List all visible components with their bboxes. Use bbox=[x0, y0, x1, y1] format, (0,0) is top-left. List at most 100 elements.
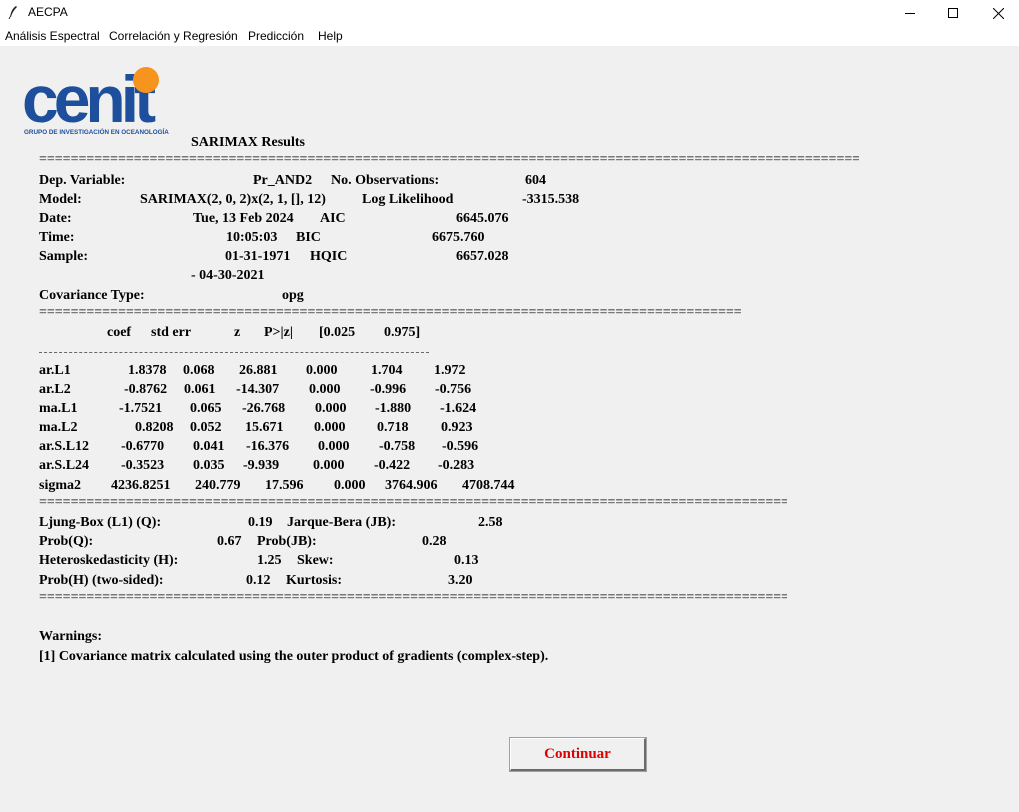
ci-low: -0.758 bbox=[379, 439, 416, 454]
sample-label: Sample: bbox=[39, 249, 88, 264]
title-bar: AECPA bbox=[0, 0, 1019, 26]
stderr-value: 0.035 bbox=[193, 458, 225, 473]
probjb-value: 0.28 bbox=[422, 534, 447, 549]
kurt-value: 3.20 bbox=[448, 573, 473, 588]
time-label: Time: bbox=[39, 230, 75, 245]
probh-value: 0.12 bbox=[246, 573, 271, 588]
nobs-value: 604 bbox=[525, 173, 546, 188]
coef-value: -0.3523 bbox=[121, 458, 165, 473]
het-label: Heteroskedasticity (H): bbox=[39, 553, 179, 568]
ci-low: -0.422 bbox=[374, 458, 411, 473]
menu-help[interactable]: Help bbox=[318, 29, 343, 43]
ci-high: 0.923 bbox=[441, 420, 473, 435]
param-name: ma.L2 bbox=[39, 420, 78, 435]
z-value: 17.596 bbox=[265, 478, 304, 493]
coef-value: 0.8208 bbox=[135, 420, 174, 435]
ci-high: -0.596 bbox=[442, 439, 479, 454]
loglik-label: Log Likelihood bbox=[362, 192, 454, 207]
sample-start: 01-31-1971 bbox=[225, 249, 291, 264]
menu-correlacion-regresion[interactable]: Correlación y Regresión bbox=[109, 29, 238, 43]
hqic-label: HQIC bbox=[310, 249, 348, 264]
rule-diag-top: ========================================… bbox=[39, 496, 787, 510]
menu-bar: Análisis Espectral Correlación y Regresi… bbox=[0, 26, 1019, 46]
minimize-button[interactable] bbox=[887, 0, 933, 26]
maximize-button[interactable] bbox=[930, 0, 976, 26]
coef-value: -0.6770 bbox=[121, 439, 165, 454]
rule-coef-thin bbox=[39, 352, 429, 353]
col-ci-high: 0.975] bbox=[384, 325, 421, 340]
param-name: ar.S.L24 bbox=[39, 458, 90, 473]
cenit-logo-graphic: cenit GRUPO DE INVESTIGACIÓN EN OCEANOLO… bbox=[22, 62, 169, 136]
loglik-value: -3315.538 bbox=[522, 192, 580, 207]
time-value: 10:05:03 bbox=[226, 230, 278, 245]
cov-label: Covariance Type: bbox=[39, 288, 145, 303]
param-name: sigma2 bbox=[39, 478, 81, 493]
param-name: ar.L1 bbox=[39, 363, 71, 378]
col-std-err: std err bbox=[151, 325, 192, 340]
z-value: -14.307 bbox=[236, 382, 280, 397]
dep-var-label: Dep. Variable: bbox=[39, 173, 126, 188]
probq-label: Prob(Q): bbox=[39, 534, 94, 549]
skew-value: 0.13 bbox=[454, 553, 479, 568]
z-value: -26.768 bbox=[242, 401, 286, 416]
svg-text:GRUPO DE INVESTIGACIÓN EN OCEA: GRUPO DE INVESTIGACIÓN EN OCEANOLOGÍA bbox=[24, 127, 169, 136]
coef-value: -1.7521 bbox=[119, 401, 163, 416]
ci-high: -0.756 bbox=[435, 382, 472, 397]
p-value: 0.000 bbox=[313, 458, 345, 473]
param-name: ar.L2 bbox=[39, 382, 71, 397]
z-value: -9.939 bbox=[243, 458, 280, 473]
p-value: 0.000 bbox=[318, 439, 350, 454]
z-value: -16.376 bbox=[246, 439, 290, 454]
probq-value: 0.67 bbox=[217, 534, 242, 549]
ljung-label: Ljung-Box (L1) (Q): bbox=[39, 515, 162, 530]
cenit-logo: cenit GRUPO DE INVESTIGACIÓN EN OCEANOLO… bbox=[22, 62, 177, 136]
ci-low: -1.880 bbox=[375, 401, 412, 416]
cov-value: opg bbox=[282, 288, 304, 303]
kurt-label: Kurtosis: bbox=[286, 573, 342, 588]
ci-low: 1.704 bbox=[371, 363, 403, 378]
close-button[interactable] bbox=[975, 0, 1019, 26]
model-value: SARIMAX(2, 0, 2)x(2, 1, [], 12) bbox=[140, 192, 326, 207]
menu-prediccion[interactable]: Predicción bbox=[248, 29, 304, 43]
ljung-value: 0.19 bbox=[248, 515, 273, 530]
window-title: AECPA bbox=[28, 5, 68, 19]
close-icon bbox=[992, 7, 1004, 19]
rule-top: ========================================… bbox=[39, 153, 859, 167]
warnings-title: Warnings: bbox=[39, 629, 103, 644]
jb-value: 2.58 bbox=[478, 515, 503, 530]
z-value: 15.671 bbox=[245, 420, 284, 435]
bic-label: BIC bbox=[296, 230, 321, 245]
report-heading: SARIMAX Results bbox=[191, 135, 305, 150]
stderr-value: 0.068 bbox=[183, 363, 215, 378]
ci-high: -1.624 bbox=[440, 401, 477, 416]
coef-value: -0.8762 bbox=[124, 382, 168, 397]
model-label: Model: bbox=[39, 192, 82, 207]
jb-label: Jarque-Bera (JB): bbox=[287, 515, 396, 530]
feather-icon bbox=[8, 6, 17, 19]
col-ci-low: [0.025 bbox=[319, 325, 356, 340]
col-p-value: P>|z| bbox=[264, 325, 293, 340]
p-value: 0.000 bbox=[306, 363, 338, 378]
col-z: z bbox=[234, 325, 241, 340]
probjb-label: Prob(JB): bbox=[257, 534, 317, 549]
menu-analisis-espectral[interactable]: Análisis Espectral bbox=[5, 29, 100, 43]
date-value: Tue, 13 Feb 2024 bbox=[193, 211, 294, 226]
continue-button[interactable]: Continuar bbox=[510, 738, 646, 771]
stderr-value: 0.052 bbox=[190, 420, 222, 435]
z-value: 26.881 bbox=[239, 363, 278, 378]
aic-value: 6645.076 bbox=[456, 211, 509, 226]
ci-high: 4708.744 bbox=[462, 478, 515, 493]
p-value: 0.000 bbox=[315, 401, 347, 416]
ci-high: 1.972 bbox=[434, 363, 466, 378]
col-coef: coef bbox=[107, 325, 132, 340]
dep-var-value: Pr_AND2 bbox=[253, 173, 313, 188]
nobs-label: No. Observations: bbox=[331, 173, 440, 188]
param-name: ma.L1 bbox=[39, 401, 78, 416]
warning-text: [1] Covariance matrix calculated using t… bbox=[39, 649, 549, 664]
p-value: 0.000 bbox=[334, 478, 366, 493]
rule-diag-bottom: ========================================… bbox=[39, 591, 787, 605]
stderr-value: 240.779 bbox=[195, 478, 241, 493]
bic-value: 6675.760 bbox=[432, 230, 485, 245]
stderr-value: 0.065 bbox=[190, 401, 222, 416]
ci-low: 0.718 bbox=[377, 420, 409, 435]
